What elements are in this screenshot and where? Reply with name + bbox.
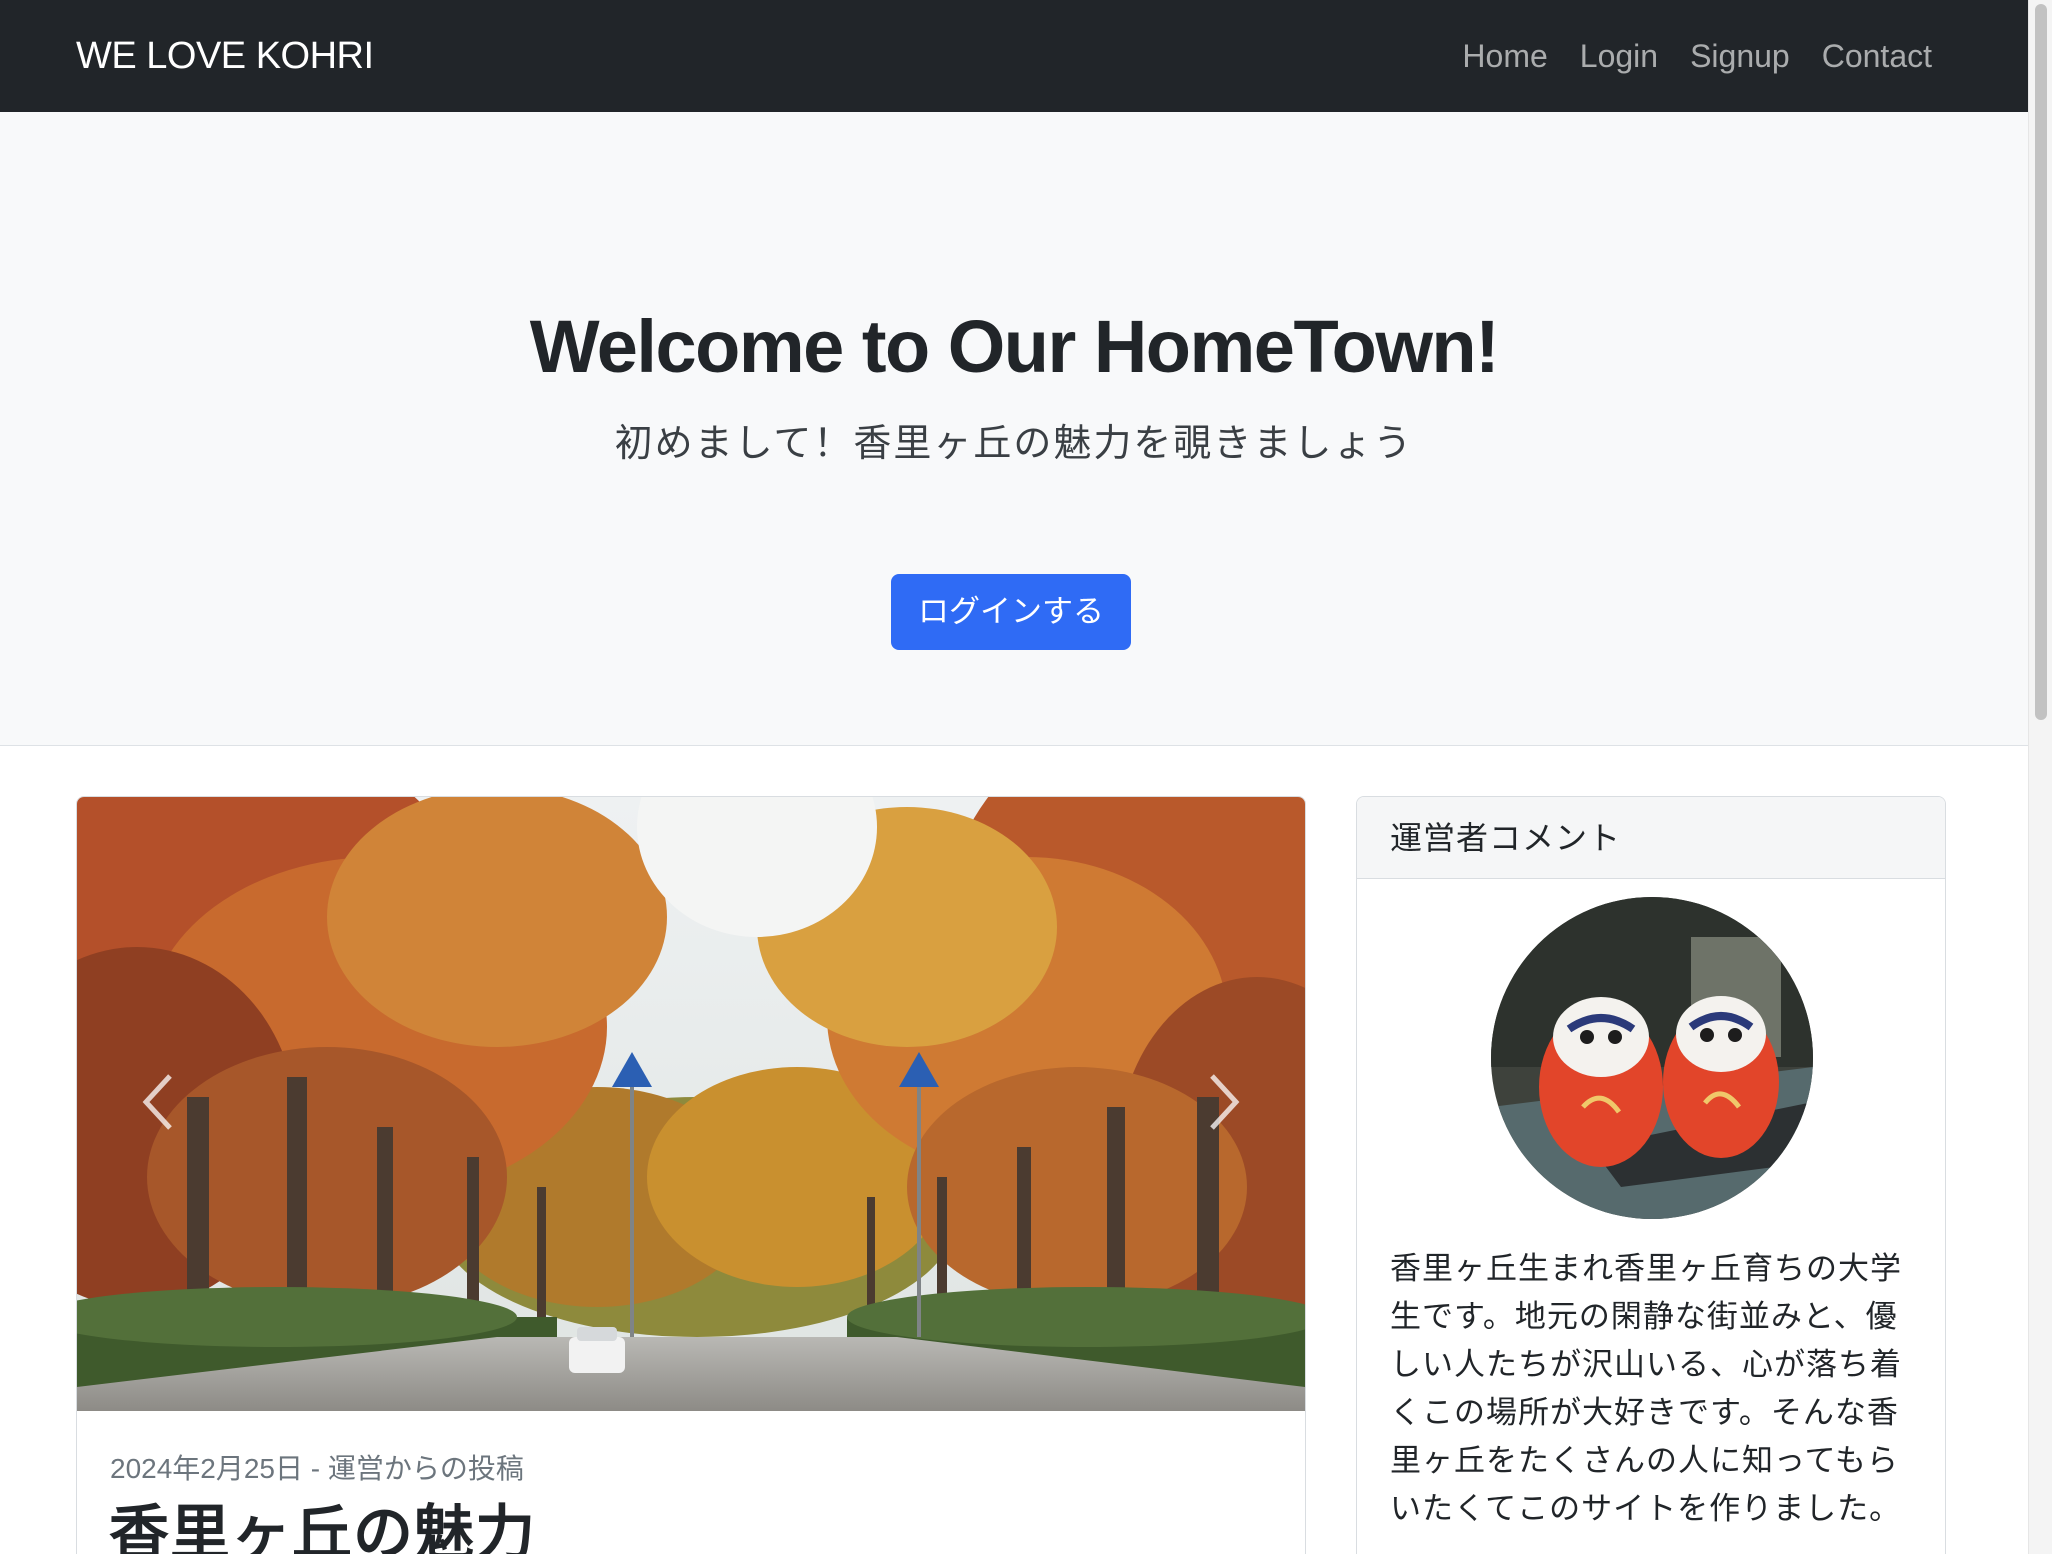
image-carousel (77, 797, 1305, 1411)
scrollbar-thumb[interactable] (2035, 4, 2047, 720)
admin-comment-text: 香里ヶ丘生まれ香里ヶ丘育ちの大学生です。地元の閑静な街並みと、優しい人たちが沢山… (1390, 1251, 1902, 1526)
admin-comment-card: 運営者コメント 香里ヶ丘生まれ香里ヶ丘育ちの大学生です。地元の閑静な街並みと、優… (1356, 796, 1946, 1554)
login-button[interactable]: ログインする (891, 574, 1131, 650)
carousel-image-autumn-street (77, 797, 1305, 1411)
hero-section: Welcome to Our HomeTown! 初めまして！香里ヶ丘の魅力を覗… (0, 112, 2028, 746)
nav-link-signup[interactable]: Signup (1690, 38, 1790, 75)
nav-link-home[interactable]: Home (1462, 38, 1547, 75)
post-meta: 2024年2月25日 - 運営からの投稿 (110, 1453, 524, 1484)
post-title[interactable]: 香里ヶ丘の魅力 (109, 1485, 536, 1554)
hero-subtitle: 初めまして！香里ヶ丘の魅力を覗きましょう (614, 423, 1414, 465)
post-card: 2024年2月25日 - 運営からの投稿 香里ヶ丘の魅力 (76, 796, 1306, 1554)
nav-link-login[interactable]: Login (1580, 38, 1658, 75)
chevron-right-icon (1210, 1074, 1240, 1130)
carousel-next-button[interactable] (1179, 1047, 1269, 1157)
avatar (1491, 897, 1813, 1219)
chevron-left-icon (142, 1074, 172, 1130)
hero-title: Welcome to Our HomeTown! (529, 305, 1500, 388)
daruma-photo (1491, 897, 1813, 1219)
nav-link-contact[interactable]: Contact (1822, 38, 1932, 75)
brand-logo-link[interactable]: WE LOVE KOHRI (76, 0, 374, 112)
page-scrollbar[interactable] (2028, 0, 2052, 1554)
admin-comment-header: 運営者コメント (1357, 797, 1945, 879)
carousel-prev-button[interactable] (113, 1047, 203, 1157)
navbar: WE LOVE KOHRI Home Login Signup Contact (0, 0, 2028, 112)
nav-links: Home Login Signup Contact (1462, 0, 1932, 112)
